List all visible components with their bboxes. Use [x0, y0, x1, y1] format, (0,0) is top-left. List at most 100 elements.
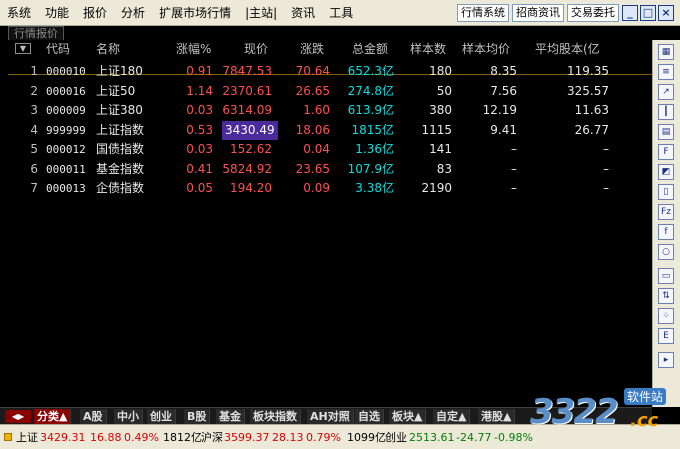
- row-avg-price: 12.19: [482, 103, 517, 117]
- row-avg-price: 7.56: [490, 83, 517, 98]
- row-change-pct: 1.14: [186, 83, 213, 98]
- table-row[interactable]: 6 000011 基金指数 0.41 5824.92 23.65 107.9亿 83 – –: [0, 160, 652, 179]
- f10-info-icon[interactable]: f: [658, 224, 674, 240]
- col-change[interactable]: 涨跌: [300, 41, 324, 58]
- col-samples[interactable]: 样本数: [410, 41, 446, 58]
- tab-funds[interactable]: 基金: [216, 409, 245, 424]
- row-amount: 3.38亿: [355, 181, 394, 195]
- menu-main-station[interactable]: |主站|: [238, 3, 284, 23]
- row-samples: 380: [429, 103, 452, 117]
- menu-function[interactable]: 功能: [38, 3, 76, 23]
- row-code: 000016: [46, 84, 86, 98]
- category-scroll-arrows[interactable]: ◀▶: [5, 410, 31, 423]
- tab-strip: 行情报价: [0, 26, 652, 40]
- tab-ah-compare[interactable]: AH对照: [307, 409, 354, 424]
- market-system-button[interactable]: 行情系统: [457, 3, 509, 22]
- menu-quote[interactable]: 报价: [76, 3, 114, 23]
- menu-extended-market[interactable]: 扩展市场行情: [152, 3, 238, 23]
- close-button[interactable]: ×: [658, 4, 674, 21]
- row-avg-price: –: [511, 142, 517, 156]
- row-name: 企债指数: [96, 181, 145, 195]
- col-amount[interactable]: 总金额: [352, 41, 388, 58]
- status-cy-change: -24.77: [456, 431, 492, 444]
- col-avg-price[interactable]: 样本均价: [462, 41, 510, 58]
- row-avg-cap: –: [603, 181, 609, 195]
- row-change: 70.64: [295, 64, 330, 78]
- table-row[interactable]: 2 000016 上证50 1.14 2370.61 26.65 274.8亿 50 7.56 3…: [0, 82, 652, 101]
- line-chart-icon[interactable]: ↗: [658, 84, 674, 100]
- tab-sectors[interactable]: 板块▲: [389, 409, 427, 424]
- table-row[interactable]: 1 000010 上证180 0.91 7847.53 70.64 652.3亿 180 8.3…: [0, 62, 652, 81]
- site-watermark-logo: 3322 软件站 .cc: [530, 386, 675, 436]
- kline-chart-icon[interactable]: ┃: [658, 104, 674, 120]
- col-price[interactable]: 现价: [244, 41, 268, 58]
- f10-icon[interactable]: F: [658, 144, 674, 160]
- chart-options-icon[interactable]: ◩: [658, 164, 674, 180]
- minimize-button[interactable]: _: [622, 4, 638, 21]
- row-change-pct: 0.03: [186, 103, 213, 117]
- status-sh-value: 3429.31: [40, 431, 86, 444]
- tab-hk-stocks[interactable]: 港股▲: [478, 409, 516, 424]
- watermark-cn: 软件站: [624, 388, 667, 405]
- tab-sector-index[interactable]: 板块指数: [250, 409, 301, 424]
- row-amount: 652.3亿: [347, 64, 394, 78]
- col-change-pct[interactable]: 涨幅%: [176, 41, 211, 58]
- col-code[interactable]: 代码: [46, 41, 70, 58]
- tab-custom[interactable]: 自定▲: [433, 409, 471, 424]
- table-row[interactable]: 4 999999 上证指数 0.53 3430.49 18.06 1815亿 1115 9.41…: [0, 120, 652, 140]
- export-icon[interactable]: E: [658, 328, 674, 344]
- folder-icon[interactable]: ▭: [658, 268, 674, 284]
- tab-category[interactable]: 分类▲: [34, 409, 72, 424]
- sort-arrows-icon[interactable]: ⇅: [658, 288, 674, 304]
- cms-news-button[interactable]: 招商资讯: [512, 3, 564, 22]
- trade-order-button[interactable]: 交易委托: [567, 3, 619, 22]
- row-samples: 1115: [421, 122, 452, 137]
- row-samples: 83: [436, 161, 452, 176]
- row-amount: 613.9亿: [347, 103, 394, 117]
- menu-system[interactable]: 系统: [0, 3, 38, 23]
- row-code: 000010: [46, 65, 86, 78]
- row-price: 7847.53: [222, 64, 272, 78]
- row-change: 0.04: [303, 142, 330, 156]
- row-change: 23.65: [295, 161, 330, 176]
- search-icon[interactable]: ○: [658, 244, 674, 260]
- row-samples: 2190: [421, 181, 452, 195]
- row-code: 999999: [46, 123, 86, 137]
- table-view-icon[interactable]: ▦: [658, 44, 674, 60]
- row-avg-cap: 26.77: [574, 122, 609, 137]
- document-icon[interactable]: ▯: [658, 184, 674, 200]
- menu-analysis[interactable]: 分析: [114, 3, 152, 23]
- row-change-pct: 0.05: [186, 181, 213, 195]
- tab-chinext[interactable]: 创业: [147, 409, 176, 424]
- row-name: 国债指数: [96, 142, 145, 156]
- list-view-icon[interactable]: ≡: [658, 64, 674, 80]
- col-avg-cap[interactable]: 平均股本(亿: [535, 41, 600, 58]
- tab-market-quotes[interactable]: 行情报价: [8, 26, 64, 40]
- menu-tools[interactable]: 工具: [322, 3, 360, 23]
- status-hs-pct: 0.79%: [306, 431, 341, 444]
- tab-watchlist[interactable]: 自选: [355, 409, 384, 424]
- table-row[interactable]: 3 000009 上证380 0.03 6314.09 1.60 613.9亿 380 12.1…: [0, 101, 652, 120]
- tab-sme[interactable]: 中小: [114, 409, 143, 424]
- row-name: 基金指数: [96, 161, 145, 176]
- table-row[interactable]: 7 000013 企债指数 0.05 194.20 0.09 3.38亿 2190 – –: [0, 179, 652, 198]
- formula-icon[interactable]: Fz: [658, 204, 674, 220]
- status-cy-label: 创业: [385, 431, 407, 444]
- row-price: 6314.09: [222, 103, 272, 117]
- row-avg-cap: 325.57: [567, 83, 609, 98]
- dice-icon[interactable]: ⁘: [658, 308, 674, 324]
- col-name[interactable]: 名称: [96, 41, 120, 58]
- expand-arrow-icon[interactable]: ▸: [658, 352, 674, 368]
- grid-icon[interactable]: ▤: [658, 124, 674, 140]
- table-row[interactable]: 5 000012 国债指数 0.03 152.62 0.04 1.36亿 141 – –: [0, 140, 652, 159]
- row-samples: 50: [436, 83, 452, 98]
- maximize-button[interactable]: □: [640, 4, 656, 21]
- sort-toggle-button[interactable]: ▼: [15, 43, 31, 54]
- status-sh-amount: 1812亿: [163, 431, 202, 444]
- row-change: 26.65: [295, 83, 330, 98]
- tab-a-shares[interactable]: A股: [80, 409, 107, 424]
- row-avg-price: –: [511, 181, 517, 195]
- row-amount: 274.8亿: [347, 83, 394, 98]
- menu-news[interactable]: 资讯: [284, 3, 322, 23]
- tab-b-shares[interactable]: B股: [184, 409, 211, 424]
